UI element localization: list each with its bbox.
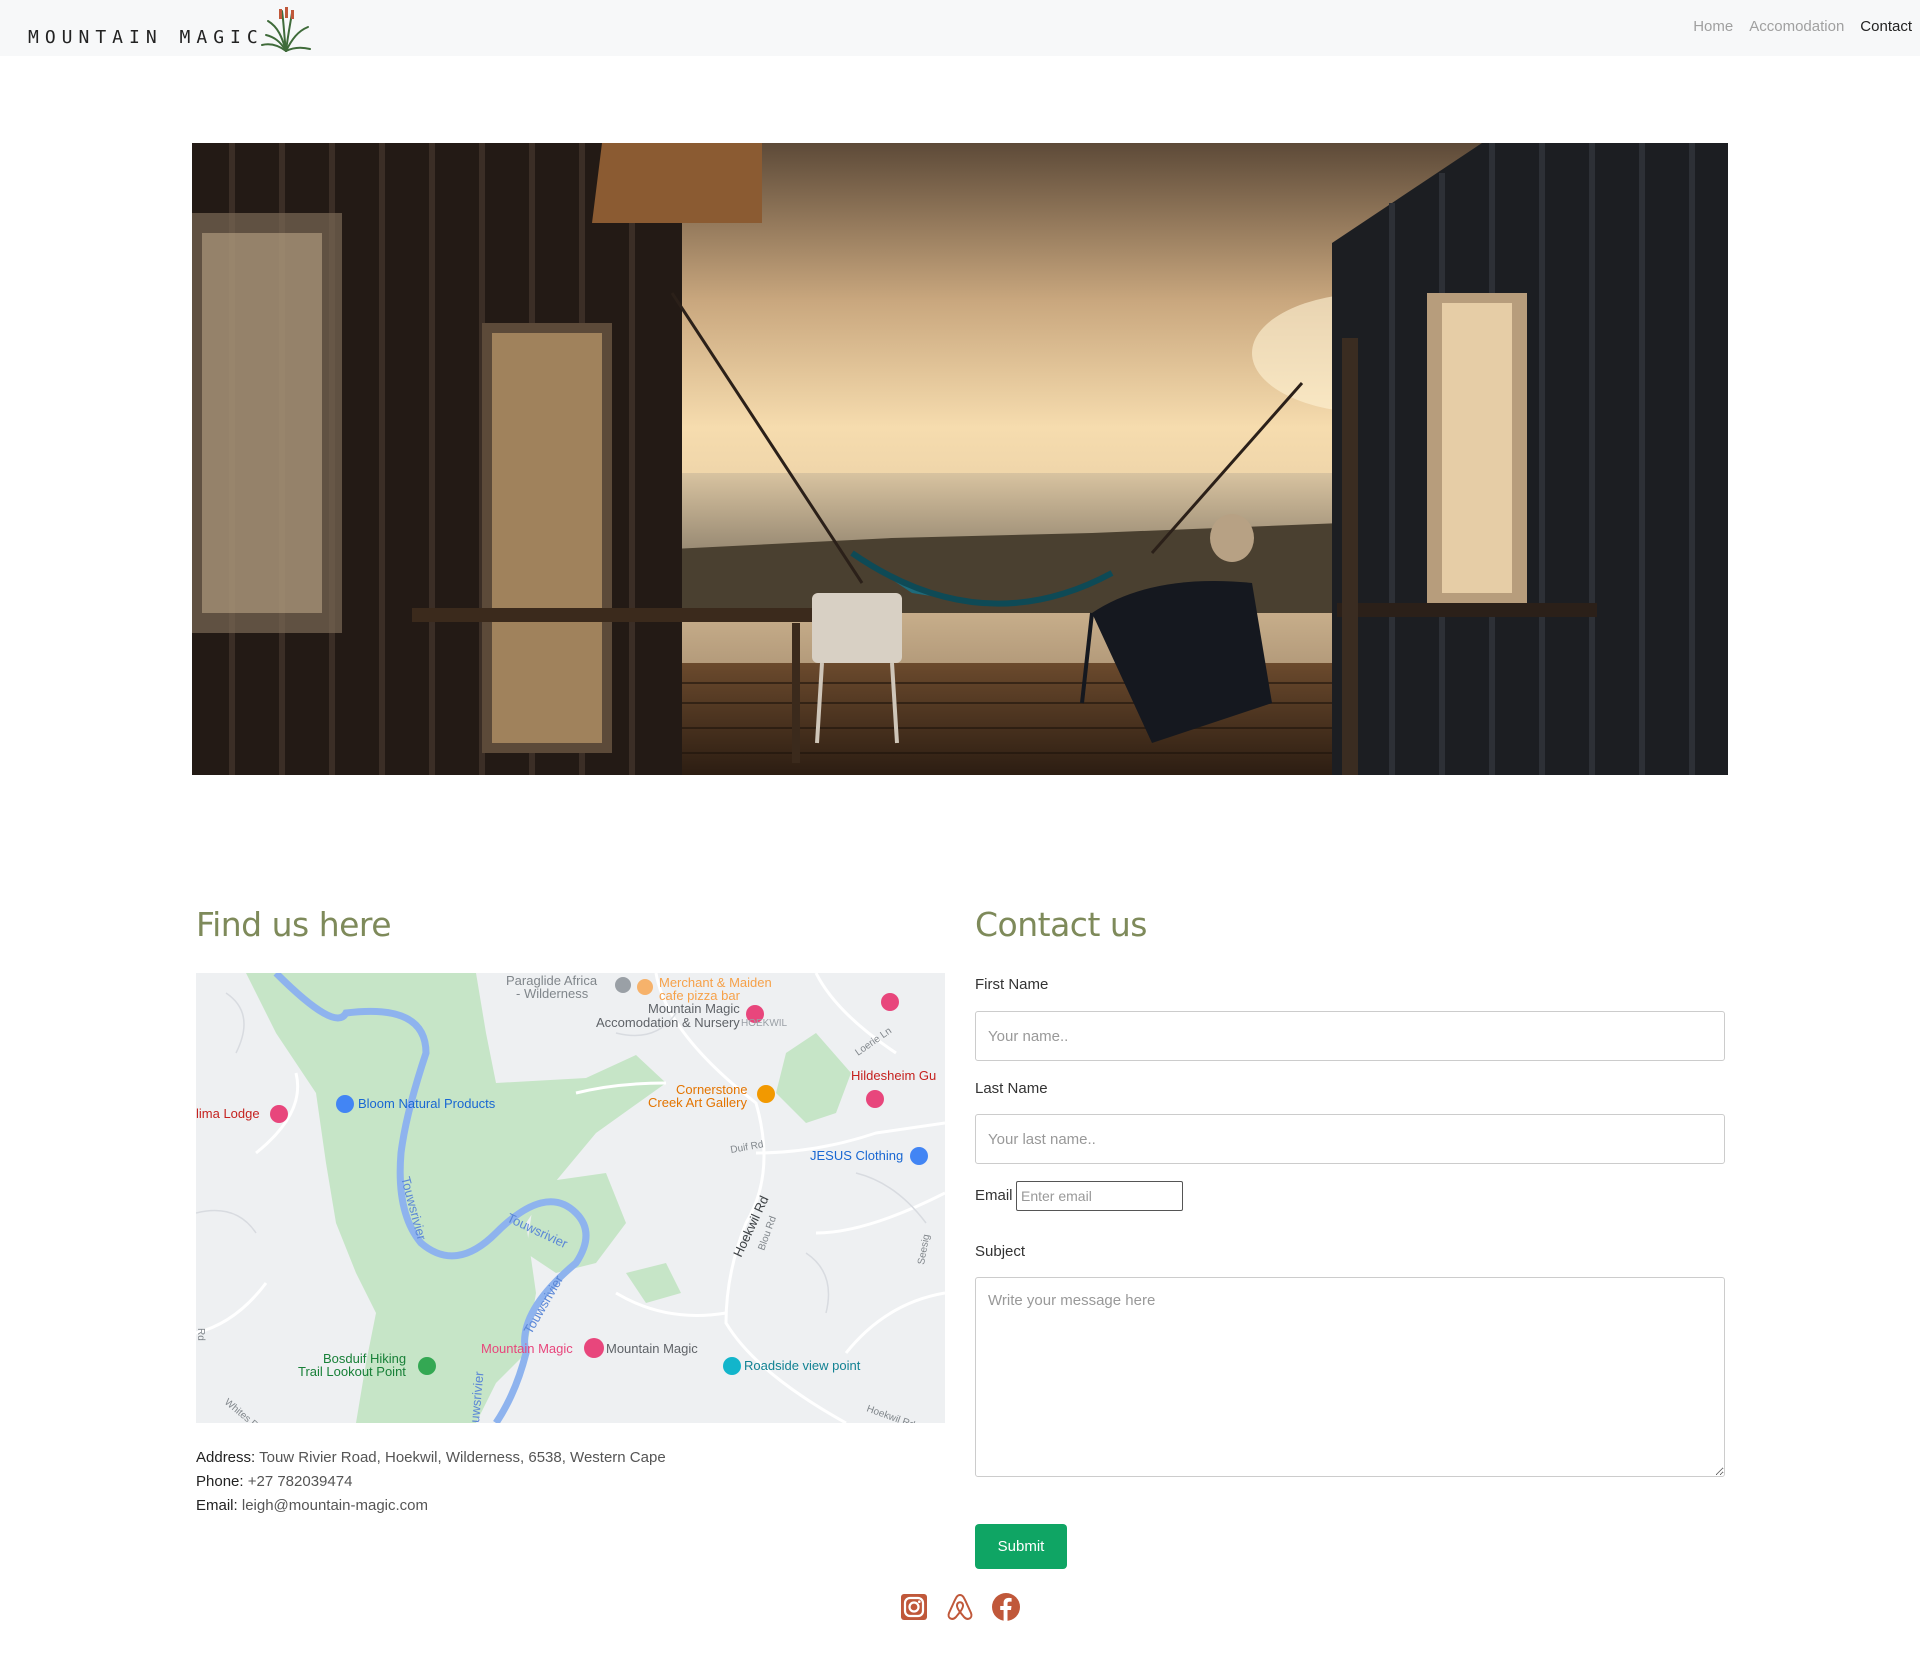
contact-us-title: Contact us <box>975 905 1148 944</box>
location-map[interactable]: Paraglide Africa - Wilderness Merchant &… <box>196 973 945 1423</box>
hero-photo-icon <box>192 143 1728 775</box>
address-value: Touw Rivier Road, Hoekwil, Wilderness, 6… <box>255 1449 666 1466</box>
navbar: MOUNTAIN MAGIC Home Accomodation Contact <box>0 0 1920 56</box>
map-label-rd-side: Rd <box>196 1328 206 1341</box>
map-graphic: Paraglide Africa - Wilderness Merchant &… <box>196 973 945 1423</box>
last-name-input[interactable] <box>975 1114 1725 1164</box>
phone-value[interactable]: +27 782039474 <box>244 1473 353 1490</box>
nav-contact[interactable]: Contact <box>1860 18 1912 35</box>
map-label-bosduif2: Trail Lookout Point <box>298 1364 406 1379</box>
map-label-mm-acc: Mountain Magic <box>648 1001 740 1016</box>
aloe-plant-icon <box>260 7 311 52</box>
map-label-jesus: JESUS Clothing <box>810 1148 903 1163</box>
email-value[interactable]: leigh@mountain-magic.com <box>238 1497 428 1514</box>
map-label-lodge: lima Lodge <box>196 1106 260 1121</box>
address-label: Address: <box>196 1449 256 1466</box>
email-field-label: Email <box>975 1187 1013 1204</box>
find-us-title: Find us here <box>196 905 392 944</box>
instagram-icon[interactable] <box>899 1592 929 1622</box>
facebook-icon[interactable] <box>991 1592 1021 1622</box>
map-label-hoekwil: HOEKWIL <box>741 1018 788 1029</box>
phone-line: Phone: +27 782039474 <box>196 1470 666 1494</box>
email-label: Email: <box>196 1497 238 1514</box>
last-name-label: Last Name <box>975 1080 1048 1097</box>
first-name-input[interactable] <box>975 1011 1725 1061</box>
first-name-label: First Name <box>975 976 1049 993</box>
address-line: Address: Touw Rivier Road, Hoekwil, Wild… <box>196 1446 666 1470</box>
logo-text: MOUNTAIN MAGIC <box>28 26 264 48</box>
map-label-mm-red: Mountain Magic <box>481 1341 573 1356</box>
email-input[interactable] <box>1016 1181 1183 1211</box>
subject-label: Subject <box>975 1243 1026 1260</box>
submit-button[interactable]: Submit <box>975 1524 1067 1569</box>
map-label-corner2: Creek Art Gallery <box>648 1095 747 1110</box>
airbnb-icon[interactable] <box>945 1592 975 1622</box>
nav-links: Home Accomodation Contact <box>1693 18 1912 35</box>
message-textarea[interactable] <box>975 1277 1725 1477</box>
map-label-mm-grey: Mountain Magic <box>606 1341 698 1356</box>
social-links <box>890 1590 1030 1624</box>
nav-accomodation[interactable]: Accomodation <box>1749 18 1844 35</box>
contact-details: Address: Touw Rivier Road, Hoekwil, Wild… <box>196 1446 666 1518</box>
phone-label: Phone: <box>196 1473 244 1490</box>
map-label-bloom: Bloom Natural Products <box>358 1096 496 1111</box>
map-label-paraglide2: - Wilderness <box>516 986 589 1001</box>
site-logo[interactable]: MOUNTAIN MAGIC <box>28 7 312 52</box>
map-label-mm-acc2: Accomodation & Nursery <box>596 1015 740 1030</box>
hero-image <box>192 143 1728 775</box>
map-label-roadside: Roadside view point <box>744 1358 861 1373</box>
map-label-hildesheim: Hildesheim Gu <box>851 1068 936 1083</box>
nav-home[interactable]: Home <box>1693 18 1733 35</box>
email-line: Email: leigh@mountain-magic.com <box>196 1494 666 1518</box>
